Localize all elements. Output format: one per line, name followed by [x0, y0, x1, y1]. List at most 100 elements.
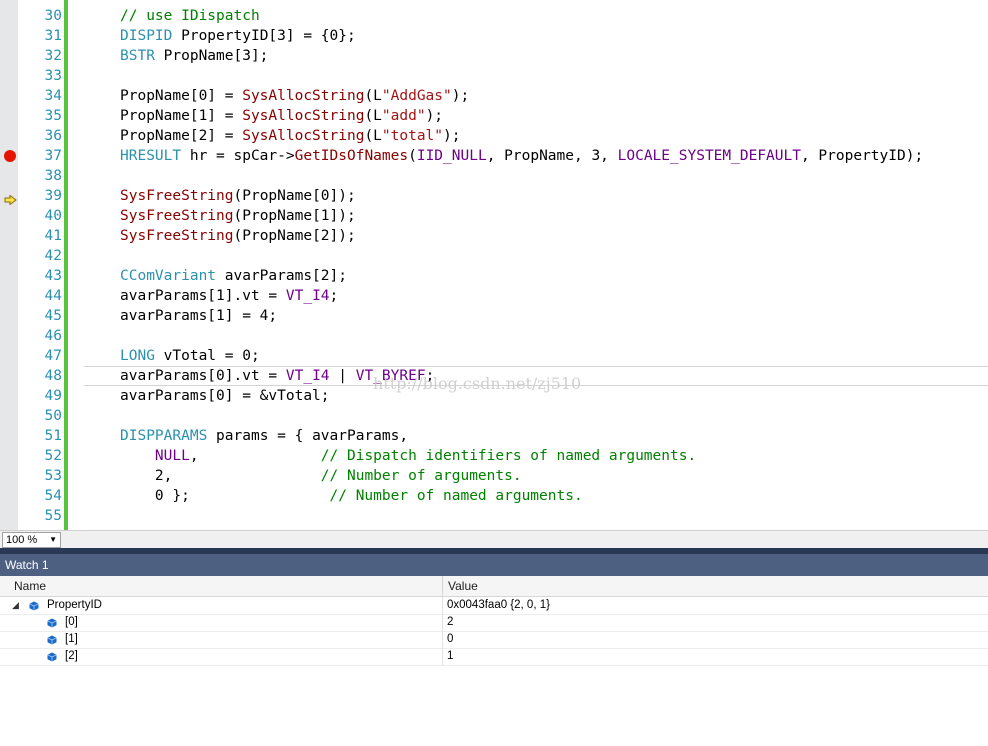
code-token: avarParams[1].vt = [120, 288, 286, 304]
code-text: NULL, // Dispatch identifiers of named a… [120, 446, 696, 466]
code-line[interactable]: 36 PropName[2] = SysAllocString(L"total")… [0, 126, 988, 146]
code-line[interactable]: 40 SysFreeString(PropName[1]); [0, 206, 988, 226]
editor-zoom-bar: 100 % ▼ [0, 530, 988, 548]
line-number: 35 [44, 108, 62, 124]
code-token: GetIDsOfNames [294, 148, 409, 164]
code-token: SysAllocString [242, 108, 365, 124]
code-line[interactable]: 32 BSTR PropName[3]; [0, 46, 988, 66]
code-line[interactable]: 37 HRESULT hr = spCar->GetIDsOfNames(IID_… [0, 146, 988, 166]
line-number: 34 [44, 88, 62, 104]
code-line[interactable]: 46 [0, 326, 988, 346]
column-divider[interactable] [442, 576, 443, 596]
code-token: avarParams[2]; [216, 268, 347, 284]
code-token: params = { avarParams, [207, 428, 409, 444]
code-token: // Dispatch identifiers of named argumen… [320, 448, 697, 464]
column-divider [442, 631, 443, 648]
code-token: vTotal = 0; [154, 348, 260, 364]
code-token: PropName[2] = [120, 128, 243, 144]
code-token: // Number of named arguments. [329, 488, 583, 504]
code-line[interactable]: 49 avarParams[0] = &vTotal; [0, 386, 988, 406]
code-text: avarParams[0].vt = VT_I4 | VT_BYREF; [120, 367, 434, 385]
code-text: // use IDispatch [120, 6, 260, 26]
code-editor[interactable]: 30 // use IDispatch 31 DISPID PropertyID[3]… [0, 0, 988, 530]
expanded-triangle-icon[interactable]: ◢ [12, 597, 19, 614]
column-header-value[interactable]: Value [448, 576, 478, 596]
code-line[interactable]: 39 SysFreeString(PropName[0]); [0, 186, 988, 206]
watch-value[interactable]: 0 [447, 631, 453, 648]
code-token: 2, [120, 468, 321, 484]
line-number: 53 [44, 468, 62, 484]
code-token: PropName[0] = [120, 88, 243, 104]
code-line[interactable]: 52 NULL, // Dispatch identifiers of name… [0, 446, 988, 466]
code-token: (PropName[0]); [233, 188, 356, 204]
code-token: NULL [154, 448, 190, 464]
watch-row[interactable]: ◢ PropertyID 0x0043faa0 {2, 0, 1} [0, 597, 988, 615]
code-token: BSTR [120, 48, 155, 64]
watch-value[interactable]: 1 [447, 648, 453, 665]
code-line[interactable]: 42 [0, 246, 988, 266]
code-line[interactable]: 33 [0, 66, 988, 86]
code-text: CComVariant avarParams[2]; [120, 266, 347, 286]
line-number: 47 [44, 348, 62, 364]
code-text: avarParams[0] = &vTotal; [120, 386, 330, 406]
code-token: VT_I4 [285, 368, 330, 384]
code-line[interactable]: 34 PropName[0] = SysAllocString(L"AddGas"… [0, 86, 988, 106]
breakpoint-icon[interactable] [4, 150, 16, 162]
member-cube-icon [47, 651, 57, 662]
code-text: HRESULT hr = spCar->GetIDsOfNames(IID_NU… [120, 146, 923, 166]
code-text: SysFreeString(PropName[2]); [120, 226, 356, 246]
code-line[interactable]: 48 avarParams[0].vt = VT_I4 | VT_BYREF; [45, 366, 988, 386]
watch-row[interactable]: [1] 0 [0, 631, 988, 649]
code-line[interactable]: 54 0 }; // Number of named arguments. [0, 486, 988, 506]
code-text: avarParams[1] = 4; [120, 306, 277, 326]
watch-window-title-bar[interactable]: Watch 1 [0, 554, 988, 576]
code-token: , PropName, 3, [486, 148, 618, 164]
watch-name: PropertyID [47, 599, 102, 611]
code-token: , PropertyID); [800, 148, 924, 164]
line-number: 30 [44, 8, 62, 24]
line-number: 41 [44, 228, 62, 244]
code-text: DISPPARAMS params = { avarParams, [120, 426, 408, 446]
code-line[interactable]: 44 avarParams[1].vt = VT_I4; [0, 286, 988, 306]
code-token: (PropName[1]); [233, 208, 356, 224]
watch-value[interactable]: 2 [447, 614, 453, 631]
code-line[interactable]: 35 PropName[1] = SysAllocString(L"add"); [0, 106, 988, 126]
code-token: LONG [120, 348, 155, 364]
code-line[interactable]: 55 [0, 506, 988, 526]
code-text: PropName[0] = SysAllocString(L"AddGas"); [120, 86, 469, 106]
code-token: PropName[1] = [120, 108, 243, 124]
code-text: PropName[1] = SysAllocString(L"add"); [120, 106, 443, 126]
code-text: PropName[2] = SysAllocString(L"total"); [120, 126, 460, 146]
code-token: DISPPARAMS [120, 428, 208, 444]
member-cube-icon [47, 617, 57, 628]
column-divider [442, 614, 443, 631]
dropdown-arrow-icon[interactable]: ▼ [49, 533, 57, 547]
watch-row[interactable]: [0] 2 [0, 614, 988, 632]
code-line[interactable]: 45 avarParams[1] = 4; [0, 306, 988, 326]
line-number: 36 [44, 128, 62, 144]
code-line[interactable]: 53 2, // Number of arguments. [0, 466, 988, 486]
column-header-name[interactable]: Name [14, 576, 46, 596]
line-number: 31 [44, 28, 62, 44]
watch-value[interactable]: 0x0043faa0 {2, 0, 1} [447, 597, 550, 614]
line-number: 54 [44, 488, 62, 504]
code-line[interactable]: 41 SysFreeString(PropName[2]); [0, 226, 988, 246]
code-line[interactable]: 30 // use IDispatch [0, 6, 988, 26]
code-line[interactable]: 50 [0, 406, 988, 426]
code-line[interactable]: 38 [0, 166, 988, 186]
code-token: ; [329, 288, 339, 304]
watch-row[interactable]: [2] 1 [0, 648, 988, 666]
code-line[interactable]: 31 DISPID PropertyID[3] = {0}; [0, 26, 988, 46]
code-token: (L [364, 88, 382, 104]
code-line[interactable]: 51 DISPPARAMS params = { avarParams, [0, 426, 988, 446]
zoom-combobox[interactable]: 100 % ▼ [2, 532, 61, 548]
code-line[interactable]: 43 CComVariant avarParams[2]; [0, 266, 988, 286]
member-cube-icon [47, 634, 57, 645]
code-token: ); [451, 88, 470, 104]
watch-name: [0] [65, 616, 78, 628]
code-line[interactable]: 47 LONG vTotal = 0; [0, 346, 988, 366]
code-token: PropName[3]; [154, 48, 269, 64]
code-token: SysFreeString [120, 208, 234, 224]
code-token: SysFreeString [120, 188, 234, 204]
line-number: 48 [44, 368, 62, 384]
